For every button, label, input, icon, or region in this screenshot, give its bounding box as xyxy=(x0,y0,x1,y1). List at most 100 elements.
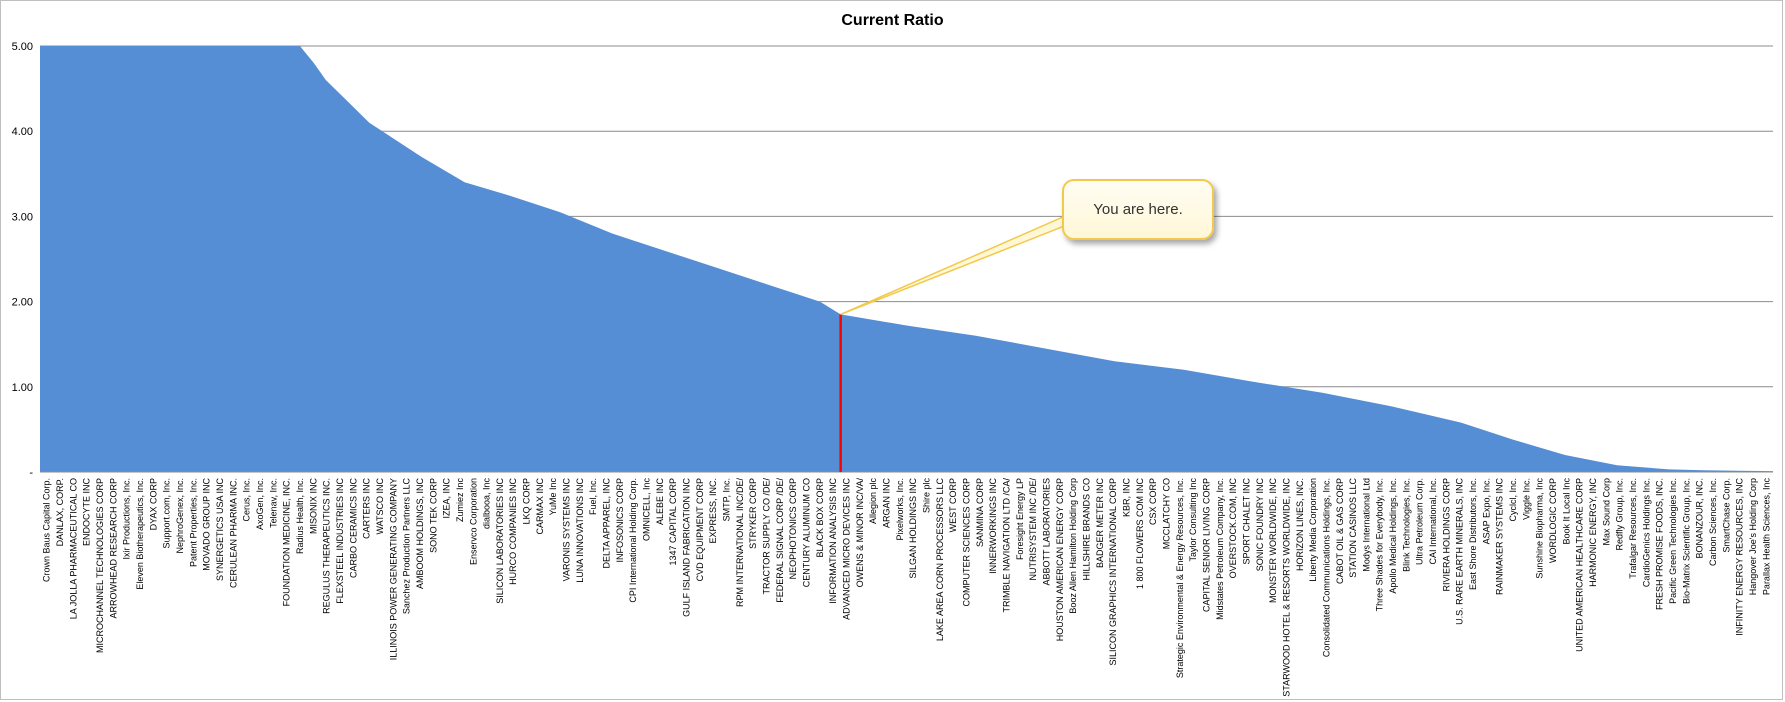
x-tick-label-119: Trafalgar Resources, Inc. xyxy=(1628,478,1638,579)
y-tick-label-5: - xyxy=(29,467,33,479)
x-tick-label-71: INNERWORKINGS INC xyxy=(988,478,998,574)
x-tick-label-118: Redfly Group, Inc. xyxy=(1615,478,1625,551)
x-tick-label-123: Bio-Matrix Scientific Group, Inc. xyxy=(1681,478,1691,604)
x-tick-label-38: YuMe Inc xyxy=(548,478,558,516)
x-tick-label-53: STRYKER CORP xyxy=(748,478,758,549)
x-tick-label-105: RIVIERA HOLDINGS CORP xyxy=(1441,478,1451,592)
x-tick-label-128: Hangover Joe's Holding Corp xyxy=(1748,478,1758,595)
x-tick-label-60: ADVANCED MICRO DEVICES INC xyxy=(842,478,852,620)
x-tick-label-18: FOUNDATION MEDICINE, INC. xyxy=(282,478,292,606)
x-tick-label-52: RPM INTERNATIONAL INC/DE/ xyxy=(735,478,745,608)
x-tick-label-66: Shire plc xyxy=(921,478,931,514)
x-tick-label-40: LUNA INNOVATIONS INC xyxy=(575,478,585,583)
x-tick-label-0: Crown Baus Capital Corp. xyxy=(42,478,52,582)
x-tick-label-107: East Shore Distributors, Inc. xyxy=(1468,478,1478,590)
x-tick-label-110: Cyclcl, Inc. xyxy=(1508,478,1518,522)
x-tick-label-86: Taylor Consulting Inc xyxy=(1188,478,1198,562)
x-tick-label-101: Apollo Medical Holdings, Inc. xyxy=(1388,478,1398,594)
x-tick-label-63: ARGAN INC xyxy=(882,478,892,529)
x-tick-label-120: CardioGenics Holdings Inc. xyxy=(1641,478,1651,587)
x-tick-label-67: LAKE AREA CORN PROCESSORS LLC xyxy=(935,478,945,642)
x-tick-label-55: FEDERAL SIGNAL CORP /DE/ xyxy=(775,478,785,603)
x-tick-label-59: INFORMATION ANALYSIS INC xyxy=(828,478,838,604)
x-tick-label-77: Booz Allen Hamilton Holding Corp xyxy=(1068,478,1078,614)
x-tick-label-6: Ixir Productions, Inc. xyxy=(122,478,132,560)
x-tick-label-117: Max Sound Corp xyxy=(1601,478,1611,546)
x-tick-label-97: CABOT OIL & GAS CORP xyxy=(1335,478,1345,584)
x-tick-label-68: WEST CORP xyxy=(948,478,958,532)
x-tick-label-75: ABBOTT LABORATORIES xyxy=(1041,478,1051,586)
x-tick-label-12: MOVADO GROUP INC xyxy=(202,478,212,571)
x-tick-label-4: MICROCHANNEL TECHNOLOGIES CORP xyxy=(95,478,105,653)
x-tick-label-65: SILGAN HOLDINGS INC xyxy=(908,478,918,579)
x-tick-label-23: CARBO CERAMICS INC xyxy=(348,478,358,579)
x-tick-label-33: dialbooa, Inc xyxy=(482,478,492,530)
x-tick-label-56: NEOPHOTONICS CORP xyxy=(788,478,798,579)
x-tick-label-34: SILICON LABORATORIES INC xyxy=(495,478,505,604)
x-tick-label-70: SANMINA CORP xyxy=(975,478,985,547)
x-tick-label-31: Zumiez Inc xyxy=(455,478,465,523)
x-tick-label-89: OVERSTOCK.COM, INC xyxy=(1228,478,1238,579)
x-tick-label-7: Eleven Biotherapeutics, Inc. xyxy=(135,478,145,590)
x-tick-label-122: Pacific Green Technologies Inc. xyxy=(1668,478,1678,604)
x-tick-label-26: ILLINOIS POWER GENERATING COMPANY xyxy=(388,478,398,660)
x-tick-label-62: Allegion plc xyxy=(868,478,878,525)
y-tick-label-4: 1.00 xyxy=(12,382,33,394)
x-tick-label-116: HARMONIC ENERGY, INC xyxy=(1588,478,1598,587)
x-tick-label-82: 1 800 FLOWERS COM INC xyxy=(1135,478,1145,590)
x-tick-label-49: CVD EQUIPMENT CORP xyxy=(695,478,705,581)
x-tick-label-2: LA JOLLA PHARMACEUTICAL CO xyxy=(68,478,78,619)
x-tick-label-39: VARONIS SYSTEMS INC xyxy=(562,478,572,582)
x-tick-label-121: FRESH PROMISE FOODS, INC. xyxy=(1655,478,1665,610)
x-tick-label-103: Ultra Petroleum Corp. xyxy=(1415,478,1425,565)
area-series xyxy=(40,46,1773,472)
x-tick-label-37: CARMAX INC xyxy=(535,478,545,535)
x-tick-label-24: CARTERS INC xyxy=(362,478,372,539)
y-tick-label-1: 4.00 xyxy=(12,126,33,138)
y-tick-label-2: 3.00 xyxy=(12,211,33,223)
x-tick-label-20: MISONIX INC xyxy=(308,478,318,535)
callout-pointer xyxy=(840,211,1073,316)
x-tick-label-15: Cerus, Inc. xyxy=(242,478,252,522)
x-tick-label-11: Patent Properties, Inc. xyxy=(188,478,198,567)
x-tick-label-3: ENDOCYTE INC xyxy=(82,478,92,547)
x-tick-label-47: 1347 CAPITAL CORP xyxy=(668,478,678,566)
x-tick-label-16: AxoGen, Inc. xyxy=(255,478,265,530)
x-tick-label-129: Parallax Health Sciences, Inc xyxy=(1761,478,1771,596)
x-tick-label-69: COMPUTER SCIENCES CORP xyxy=(961,478,971,607)
x-tick-label-73: Foresight Energy LP xyxy=(1015,478,1025,560)
x-tick-label-8: DYAX CORP xyxy=(148,478,158,530)
x-tick-label-13: SYNERGETICS USA INC xyxy=(215,478,225,582)
x-tick-label-28: AMBOOM HOLDINGS, INC xyxy=(415,478,425,590)
x-tick-label-108: ASAP Expo, Inc. xyxy=(1481,478,1491,544)
x-tick-label-100: Three Shades for Everybody, Inc. xyxy=(1375,478,1385,611)
x-tick-label-5: ARROWHEAD RESEARCH CORP xyxy=(108,478,118,619)
x-tick-label-126: SmartChase Corp. xyxy=(1721,478,1731,553)
x-tick-label-111: Viggle Inc. xyxy=(1521,478,1531,520)
x-tick-label-41: Fuel, Inc. xyxy=(588,478,598,515)
x-tick-label-58: BLACK BOX CORP xyxy=(815,478,825,558)
callout-you-are-here: You are here. xyxy=(1062,179,1214,240)
x-tick-label-84: MCCLATCHY CO xyxy=(1161,478,1171,549)
x-tick-label-127: INFINITY ENERGY RESOURCES, INC xyxy=(1735,478,1745,636)
x-tick-label-93: STARWOOD HOTEL & RESORTS WORLDWIDE, INC xyxy=(1281,478,1291,697)
x-tick-label-72: TRIMBLE NAVIGATION LTD /CA/ xyxy=(1001,478,1011,613)
x-tick-label-95: Liberty Media Corporation xyxy=(1308,478,1318,582)
x-tick-label-22: FLEXSTEEL INDUSTRIES INC xyxy=(335,478,345,604)
x-tick-label-102: Blink Technologies, Inc. xyxy=(1401,478,1411,572)
x-tick-label-79: BADGER METER INC xyxy=(1095,478,1105,569)
x-tick-label-114: Book It Local Inc xyxy=(1561,478,1571,545)
y-tick-label-0: 5.00 xyxy=(12,41,33,53)
x-tick-label-91: SONIC FOUNDRY INC xyxy=(1255,478,1265,572)
x-tick-label-124: BONANZOUR, INC. xyxy=(1695,478,1705,559)
x-tick-label-32: Enservco Corporation xyxy=(468,478,478,565)
x-tick-label-76: HOUSTON AMERICAN ENERGY CORP xyxy=(1055,478,1065,641)
x-tick-label-10: NephroGenex, Inc. xyxy=(175,478,185,554)
x-tick-label-51: SMTP, Inc. xyxy=(722,478,732,521)
x-tick-label-9: Support.com, Inc. xyxy=(162,478,172,549)
x-tick-label-27: Sanchez Production Partners LLC xyxy=(402,478,412,615)
x-tick-label-44: CPI International Holding Corp. xyxy=(628,478,638,603)
x-tick-label-104: CAI International, Inc. xyxy=(1428,478,1438,565)
x-tick-label-14: CERULEAN PHARMA INC. xyxy=(228,478,238,588)
x-tick-label-112: Sunshine Biopharma, Inc xyxy=(1535,478,1545,579)
